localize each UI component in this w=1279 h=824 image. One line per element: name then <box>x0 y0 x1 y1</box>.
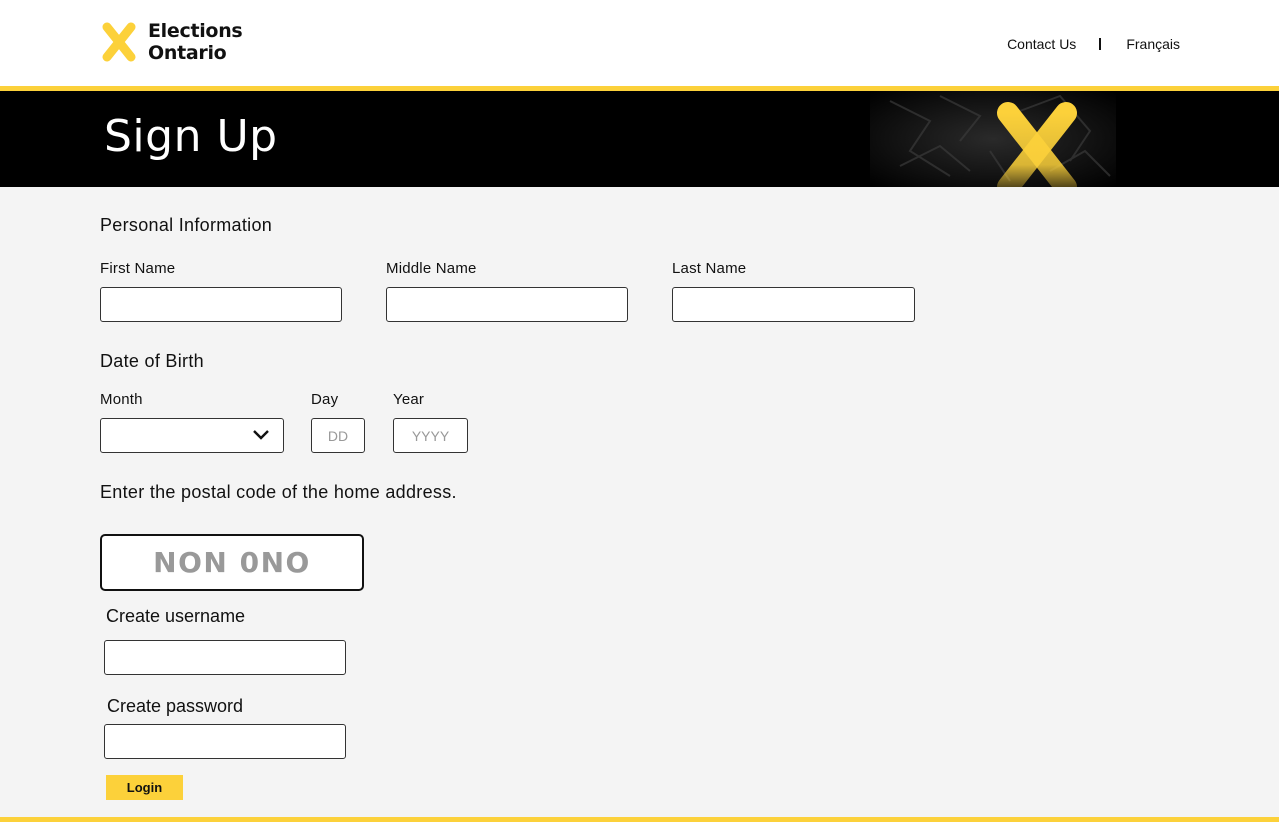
username-label: Create username <box>106 606 246 626</box>
day-input[interactable] <box>311 418 365 453</box>
logo-wordmark: Elections Ontario <box>148 20 243 64</box>
footer-accent-line <box>0 817 1279 822</box>
postal-code-prompt: Enter the postal code of the home addres… <box>100 482 457 502</box>
month-label: Month <box>100 391 143 408</box>
last-name-input[interactable] <box>672 287 915 322</box>
day-label: Day <box>311 391 339 408</box>
year-input[interactable] <box>393 418 468 453</box>
middle-name-input[interactable] <box>386 287 628 322</box>
site-header: Elections Ontario Contact Us Français <box>0 0 1279 86</box>
dob-heading: Date of Birth <box>100 351 204 371</box>
hero-banner: Sign Up <box>0 91 1279 187</box>
nav-divider <box>1099 38 1102 50</box>
french-language-link[interactable]: Français <box>1126 36 1180 52</box>
first-name-input[interactable] <box>100 287 342 322</box>
contact-us-link[interactable]: Contact Us <box>1007 36 1076 52</box>
password-label: Create password <box>107 696 244 716</box>
personal-info-heading: Personal Information <box>100 215 273 235</box>
logo-line-1: Elections <box>148 20 243 42</box>
chevron-down-icon <box>253 430 269 440</box>
password-input[interactable] <box>104 724 346 759</box>
last-name-label: Last Name <box>672 260 747 277</box>
postal-code-input[interactable]: NON 0NO <box>100 534 364 591</box>
top-nav: Contact Us Français <box>1007 36 1180 52</box>
logo-line-2: Ontario <box>148 42 227 64</box>
elections-ontario-logo[interactable]: Elections Ontario <box>100 20 243 64</box>
x-logo-icon <box>102 22 136 62</box>
hero-x-graphic-icon <box>870 91 1116 187</box>
month-select[interactable] <box>100 418 284 453</box>
login-button[interactable]: Login <box>106 775 183 800</box>
year-label: Year <box>393 391 425 408</box>
signup-form: Personal Information First Name Middle N… <box>0 187 1279 817</box>
first-name-label: First Name <box>100 260 176 277</box>
middle-name-label: Middle Name <box>386 260 477 277</box>
page-title: Sign Up <box>104 111 278 162</box>
username-input[interactable] <box>104 640 346 675</box>
